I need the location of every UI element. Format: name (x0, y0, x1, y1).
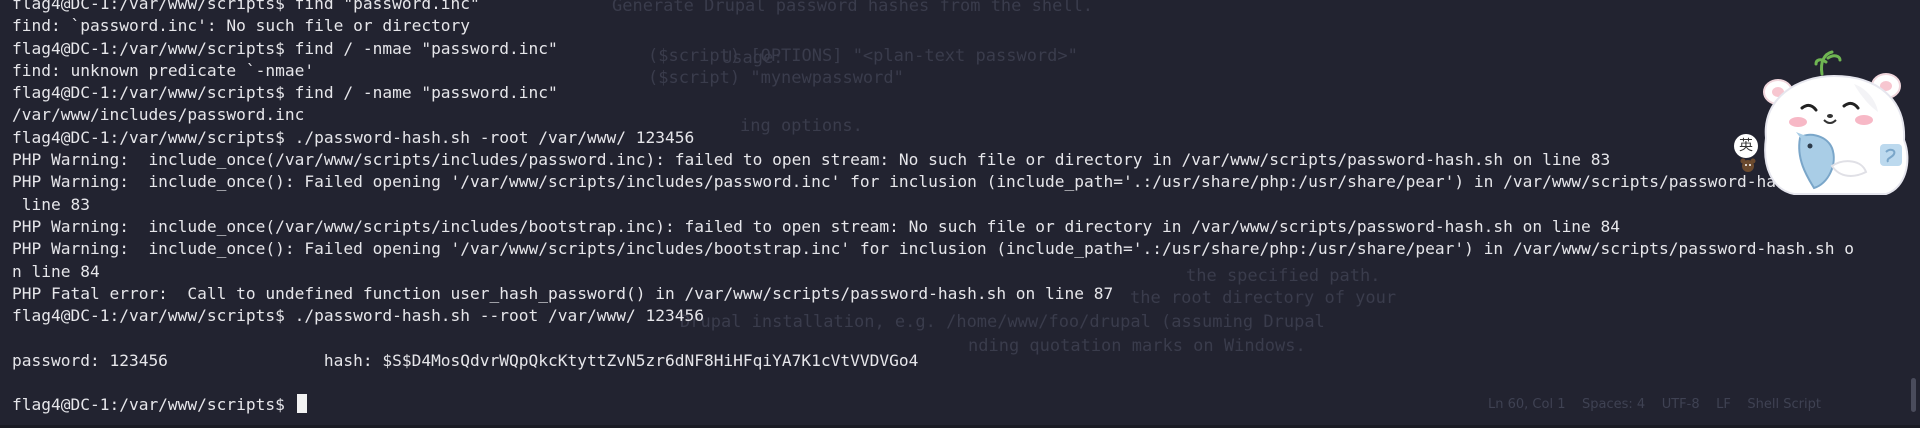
terminal-line: PHP Warning: include_once(/var/www/scrip… (12, 150, 1611, 170)
terminal-line: flag4@DC-1:/var/www/scripts$ find "passw… (12, 0, 480, 13)
terminal-line: PHP Warning: include_once(): Failed open… (12, 172, 1854, 192)
bear-face-badge-icon (1740, 158, 1756, 172)
terminal-line: /var/www/includes/password.inc (12, 105, 305, 125)
ime-english-badge-icon[interactable]: 英 (1734, 134, 1758, 158)
terminal-line: find: unknown predicate `-nmae' (12, 60, 315, 80)
polar-bear-mascot-icon[interactable] (1736, 48, 1920, 198)
terminal-line: flag4@DC-1:/var/www/scripts$ ./password-… (12, 127, 695, 147)
terminal-prompt-line[interactable]: flag4@DC-1:/var/www/scripts$ (12, 394, 1912, 416)
terminal-line: PHP Warning: include_once(/var/www/scrip… (12, 216, 1621, 236)
terminal-line: find: `password.inc': No such file or di… (12, 16, 471, 36)
terminal-line: PHP Fatal error: Call to undefined funct… (12, 283, 1114, 303)
terminal-line: n line 84 (12, 261, 100, 281)
terminal-line: password: 123456 hash: $S$D4MosQdvrWQpQk… (12, 350, 919, 370)
terminal-prompt: flag4@DC-1:/var/www/scripts$ (12, 395, 295, 415)
terminal-line: PHP Warning: include_once(): Failed open… (12, 239, 1854, 259)
terminal-output[interactable]: flag4@DC-1:/var/www/scripts$ find "passw… (12, 0, 1912, 417)
terminal-line: flag4@DC-1:/var/www/scripts$ find / -nam… (12, 83, 558, 103)
terminal-window[interactable]: Generate Drupal password hashes from the… (0, 0, 1920, 428)
terminal-line: line 83 (12, 194, 90, 214)
terminal-cursor (296, 394, 307, 414)
terminal-scrollbar[interactable] (1911, 378, 1916, 412)
terminal-line: flag4@DC-1:/var/www/scripts$ ./password-… (12, 306, 704, 326)
terminal-line: flag4@DC-1:/var/www/scripts$ find / -nma… (12, 38, 558, 58)
